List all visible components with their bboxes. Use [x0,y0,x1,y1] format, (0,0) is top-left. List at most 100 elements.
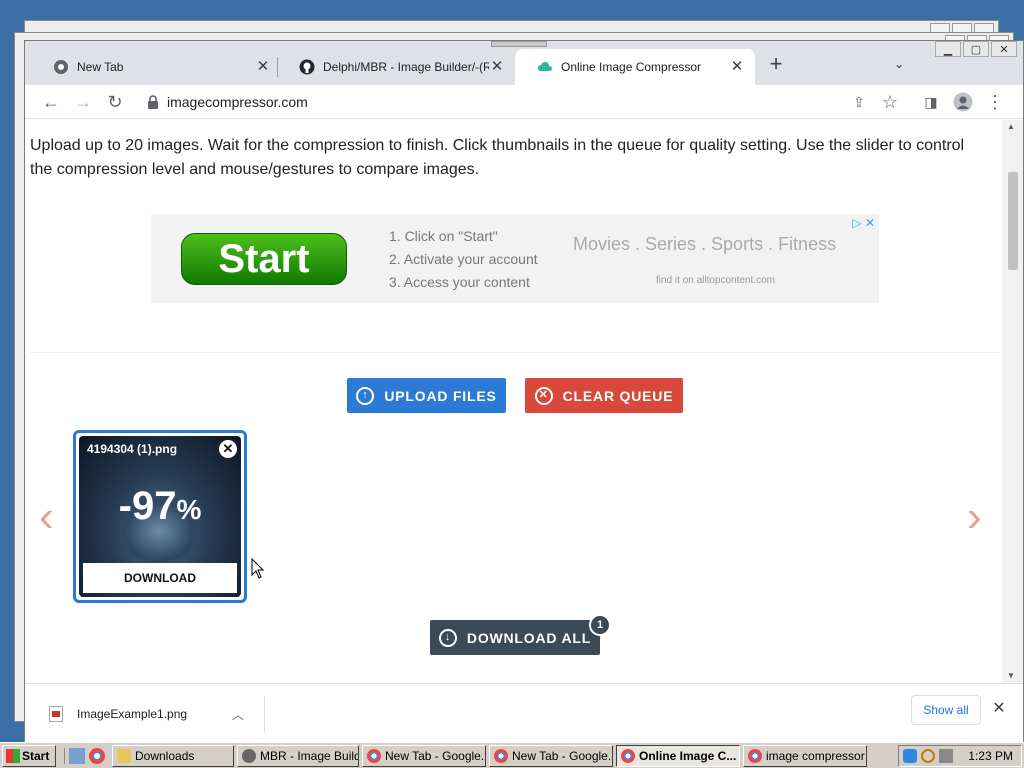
close-download-shelf-icon[interactable]: ✕ [989,699,1009,719]
quick-launch [64,747,105,764]
taskbar-item-chrome-active[interactable]: Online Image C... [616,744,740,767]
chevron-up-icon[interactable]: ︿ [228,706,248,723]
forward-arrow-icon[interactable]: → [71,90,95,114]
download-all-button[interactable]: ↓ DOWNLOAD ALL [430,620,600,655]
bookmark-star-icon[interactable]: ☆ [878,90,902,114]
search-icon[interactable] [921,749,935,763]
ad-steps: 1. Click on "Start" 2. Activate your acc… [389,225,538,294]
cloud-icon [538,62,552,71]
window-drag-handle[interactable] [491,41,547,47]
chrome-quicklaunch-icon[interactable] [89,747,105,764]
kebab-menu-icon[interactable]: ⋮ [983,90,1007,114]
taskbar-item-chrome[interactable]: image compressor -... [743,744,867,767]
side-panel-icon[interactable]: ◨ [919,90,943,114]
compression-value: -97 [118,484,177,528]
download-item[interactable]: ImageExample1.png ︿ [37,696,265,732]
download-arrow-icon: ↓ [438,628,457,647]
tool-icon [242,748,256,763]
shield-icon[interactable] [903,749,917,763]
close-tab-icon[interactable]: ✕ [729,59,745,75]
remove-image-icon[interactable]: ✕ [219,440,237,458]
folder-icon [117,748,131,763]
task-label: New Tab - Google... [385,748,486,763]
browser-toolbar: ← → ↻ imagecompressor.com ⇪ ☆ ◨ ⋮ [25,85,1023,119]
chrome-icon [54,60,68,74]
tab-strip: New Tab ✕ Delphi/MBR - Image Builder/-(R… [25,41,1023,85]
scroll-up-icon[interactable]: ▲ [1007,122,1015,131]
thumbnail-download-button[interactable]: DOWNLOAD [83,563,237,593]
clear-x-icon: ✕ [534,386,553,405]
download-all-label: DOWNLOAD ALL [466,629,592,646]
ad-categories: Movies . Series . Sports . Fitness [573,234,837,254]
profile-avatar-icon[interactable] [951,90,975,114]
address-bar[interactable]: imagecompressor.com [137,88,927,116]
back-arrow-icon[interactable]: ← [39,90,63,114]
chrome-icon [621,748,635,763]
taskbar-item-downloads[interactable]: Downloads [112,744,234,767]
github-icon [299,59,315,75]
upload-files-button[interactable]: ↑ UPLOAD FILES [347,378,506,413]
tab-new-tab[interactable]: New Tab ✕ [31,49,281,85]
compression-percentage: -97% [79,484,241,529]
download-count-badge: 1 [589,614,611,636]
chrome-icon [494,748,508,763]
show-desktop-icon[interactable] [69,747,85,764]
close-tab-icon[interactable]: ✕ [489,59,505,75]
mouse-cursor-icon [251,558,265,579]
page-content: Upload up to 20 images. Wait for the com… [25,120,1003,682]
task-label: Downloads [135,748,195,763]
network-icon[interactable] [939,749,953,763]
upload-files-label: UPLOAD FILES [384,387,497,404]
image-file-icon [49,706,63,722]
url-text: imagecompressor.com [167,94,308,110]
reload-icon[interactable]: ↻ [103,90,127,114]
tab-title: New Tab [77,60,124,74]
ad-step: 3. Access your content [389,274,530,290]
taskbar: Start Downloads MBR - Image Builder New … [0,742,1024,768]
image-thumbnail[interactable]: 4194304 (1).png ✕ -97% DOWNLOAD [73,430,247,603]
task-label: MBR - Image Builder [260,748,358,763]
download-shelf: ImageExample1.png ︿ Show all ✕ [25,683,1023,742]
tab-title: Online Image Compressor [561,60,702,74]
section-divider [30,352,1000,353]
ad-footer: find it on alltopcontent.com [656,275,775,286]
system-tray: 1:23 PM [898,745,1022,767]
tab-github[interactable]: Delphi/MBR - Image Builder/-(RES)-/( ✕ [277,49,515,85]
tab-title: Delphi/MBR - Image Builder/-(RES)-/( [323,60,489,74]
maximize-icon[interactable]: ▢ [963,41,989,57]
clock: 1:23 PM [968,749,1013,763]
windows-logo-icon [6,748,20,763]
taskbar-item-chrome[interactable]: New Tab - Google... [362,744,486,767]
share-icon[interactable]: ⇪ [847,90,871,114]
browser-window: New Tab ✕ Delphi/MBR - Image Builder/-(R… [24,40,1024,742]
advertisement-banner[interactable]: Start 1. Click on "Start" 2. Activate yo… [151,214,879,303]
intro-text: Upload up to 20 images. Wait for the com… [30,137,965,178]
tab-search-chevron-icon[interactable]: ⌄ [891,57,907,73]
scroll-down-icon[interactable]: ▼ [1007,671,1015,680]
carousel-prev-icon[interactable]: ‹ [39,492,54,542]
scrollbar-thumb[interactable] [1008,172,1018,270]
task-label: image compressor -... [766,748,866,763]
start-button[interactable]: Start [2,744,56,767]
close-tab-icon[interactable]: ✕ [255,59,271,75]
upload-arrow-icon: ↑ [356,386,375,405]
task-label: Online Image C... [639,748,737,763]
thumbnail-filename: 4194304 (1).png [87,442,178,456]
page-scrollbar[interactable]: ▲ ▼ [1002,120,1023,682]
taskbar-item-mbr[interactable]: MBR - Image Builder [237,744,359,767]
taskbar-item-chrome[interactable]: New Tab - Google... [489,744,613,767]
clear-queue-button[interactable]: ✕ CLEAR QUEUE [525,378,683,413]
chrome-icon [748,748,762,763]
minimize-icon[interactable]: ▁ [935,41,961,57]
new-tab-button[interactable]: + [765,53,787,76]
chrome-icon [367,748,381,763]
ad-choices-icon[interactable]: ▷ ✕ [852,216,875,230]
start-label: Start [22,748,50,763]
carousel-next-icon[interactable]: › [967,492,982,542]
tab-image-compressor[interactable]: Online Image Compressor ✕ [515,49,755,85]
ad-step: 2. Activate your account [389,251,538,267]
close-window-icon[interactable]: ✕ [991,41,1017,57]
ad-start-button[interactable]: Start [181,233,347,285]
show-all-button[interactable]: Show all [911,695,981,725]
thumbnail-preview: 4194304 (1).png ✕ -97% DOWNLOAD [79,436,241,597]
